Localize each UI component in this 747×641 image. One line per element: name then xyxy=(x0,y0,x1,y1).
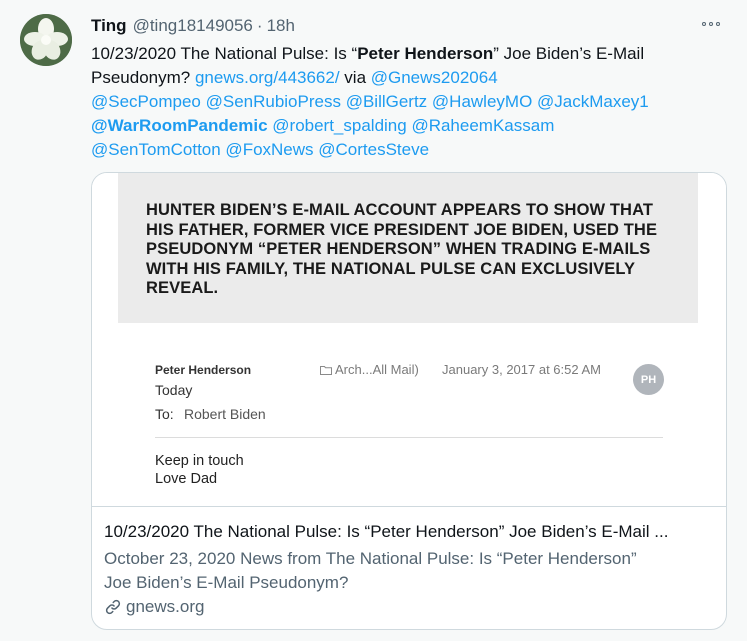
flower-avatar-image xyxy=(20,14,72,66)
headline-banner: HUNTER BIDEN’S E-MAIL ACCOUNT APPEARS TO… xyxy=(118,173,698,323)
mentions-link[interactable]: @robert_spalding @RaheemKassam xyxy=(268,116,554,135)
text-segment: 10/23/2020 The National Pulse: Is “ xyxy=(91,44,358,63)
tweet-text-line-2: Pseudonym? gnews.org/443662/ via @Gnews2… xyxy=(91,66,731,90)
email-folder-label: Arch...All Mail) xyxy=(335,362,419,377)
bold-text: Peter Henderson xyxy=(357,44,494,63)
email-to-value: Robert Biden xyxy=(184,406,266,422)
link-icon xyxy=(105,599,121,615)
timestamp[interactable]: 18h xyxy=(267,16,295,36)
mention-link[interactable]: @Gnews202064 xyxy=(371,68,498,87)
article-link[interactable]: gnews.org/443662/ xyxy=(195,68,340,87)
card-domain[interactable]: gnews.org xyxy=(104,597,204,617)
card-domain-label: gnews.org xyxy=(126,597,205,616)
text-segment: Pseudonym? xyxy=(91,68,195,87)
headline-text: HUNTER BIDEN’S E-MAIL ACCOUNT APPEARS TO… xyxy=(146,201,686,299)
email-body-line: Love Dad xyxy=(155,471,218,487)
tweet-text-line-1: 10/23/2020 The National Pulse: Is “Peter… xyxy=(91,42,731,66)
email-date: January 3, 2017 at 6:52 AM xyxy=(442,362,601,377)
mentions-line-5[interactable]: @SenTomCotton @FoxNews @CortesSteve xyxy=(91,138,731,162)
mentions-line-3[interactable]: @SecPompeo @SenRubioPress @BillGertz @Ha… xyxy=(91,90,731,114)
tweet-header: Ting @ting18149056 · 18h xyxy=(91,16,295,36)
email-folder: Arch...All Mail) xyxy=(320,362,419,377)
text-segment: ” Joe Biden’s E-Mail xyxy=(493,44,645,63)
email-to-label: To: xyxy=(155,406,174,422)
card-description-line: Joe Biden’s E-Mail Pseudonym? xyxy=(104,573,349,592)
text-segment: via xyxy=(339,68,371,87)
card-description: October 23, 2020 News from The National … xyxy=(104,547,694,595)
email-today: Today xyxy=(155,382,193,398)
user-handle[interactable]: @ting18149056 xyxy=(133,16,253,36)
card-title[interactable]: 10/23/2020 The National Pulse: Is “Peter… xyxy=(104,522,716,542)
tweet-text: 10/23/2020 The National Pulse: Is “Peter… xyxy=(91,42,731,162)
folder-icon xyxy=(320,365,332,375)
link-preview-card[interactable]: HUNTER BIDEN’S E-MAIL ACCOUNT APPEARS TO… xyxy=(91,172,727,630)
avatar[interactable] xyxy=(20,14,72,66)
card-image: HUNTER BIDEN’S E-MAIL ACCOUNT APPEARS TO… xyxy=(92,173,726,507)
tweet-text-line-4: @WarRoomPandemic @robert_spalding @Rahee… xyxy=(91,114,731,138)
card-description-line: October 23, 2020 News from The National … xyxy=(104,549,637,568)
email-from: Peter Henderson xyxy=(155,363,252,377)
mention-link-bold[interactable]: @WarRoomPandemic xyxy=(91,116,268,135)
email-divider xyxy=(155,437,663,438)
headline-line: HIS FATHER, FORMER VICE PRESIDENT JOE BI… xyxy=(146,220,658,239)
headline-line: WITH HIS FAMILY, THE NATIONAL PULSE CAN … xyxy=(146,259,636,278)
display-name[interactable]: Ting xyxy=(91,16,127,36)
headline-line: PSEUDONYM “PETER HENDERSON” WHEN TRADING… xyxy=(146,240,651,258)
headline-line: REVEAL. xyxy=(146,279,219,297)
more-horizontal-icon[interactable] xyxy=(702,16,728,32)
email-body-line: Keep in touch xyxy=(155,453,244,469)
email-avatar-badge: PH xyxy=(633,364,664,395)
headline-line: HUNTER BIDEN’S E-MAIL ACCOUNT APPEARS TO… xyxy=(146,201,654,219)
separator-dot: · xyxy=(256,16,263,35)
